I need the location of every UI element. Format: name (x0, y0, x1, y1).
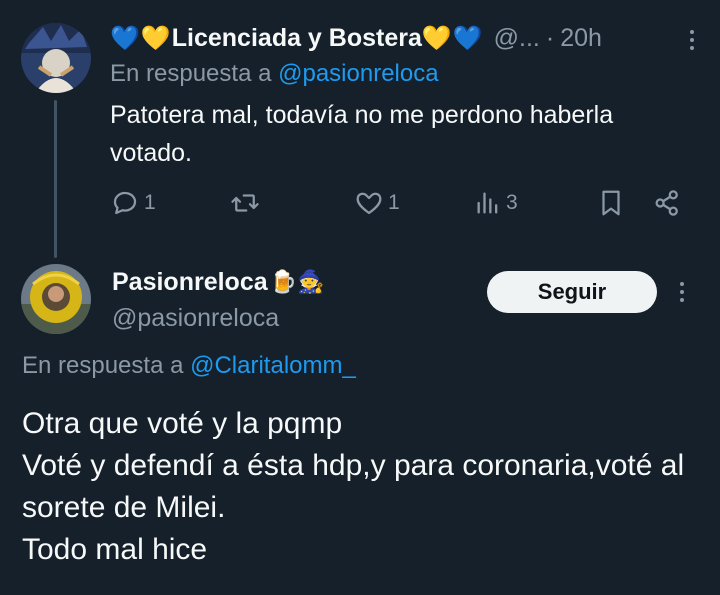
bookmark-icon (602, 190, 620, 216)
main-tweet-header: Pasionreloca 🍺🧙 @pasionreloca (112, 264, 324, 333)
tweet-text: Otra que voté y la pqmp Voté y defendí a… (22, 407, 685, 566)
main-author-row: Pasionreloca 🍺🧙 (112, 264, 324, 300)
replying-to-label: En respuesta a (22, 352, 191, 379)
author-display-name[interactable]: Licenciada y Bostera (172, 24, 422, 53)
avatar[interactable] (21, 23, 91, 93)
more-icon[interactable] (674, 276, 690, 308)
reply-author-row: 💙💛 Licenciada y Bostera 💛💙 @... · 20h (110, 18, 710, 58)
replying-to-mention[interactable]: @pasionreloca (278, 60, 438, 87)
views-button[interactable]: 3 (474, 188, 518, 218)
share-button[interactable] (652, 188, 682, 218)
like-button[interactable]: 1 (354, 188, 400, 218)
name-emoji: 🍺🧙 (269, 269, 325, 294)
share-icon (655, 190, 678, 216)
replying-to-line: En respuesta a @pasionreloca (110, 60, 710, 88)
tweet-text: Patotera mal, todavía no me perdono habe… (110, 101, 614, 167)
reply-icon (113, 191, 137, 215)
author-handle[interactable]: @... (494, 24, 540, 53)
author-handle[interactable]: @pasionreloca (112, 304, 324, 333)
tweet-timestamp[interactable]: 20h (560, 24, 602, 53)
replying-to-mention[interactable]: @Claritalomm_ (190, 352, 356, 379)
name-emoji: 💛💙 (421, 24, 484, 52)
more-icon[interactable] (684, 24, 700, 56)
separator-dot: · (545, 23, 555, 52)
repost-button[interactable] (230, 188, 264, 218)
replying-to-line: En respuesta a @Claritalomm_ (22, 352, 356, 380)
replying-to-label: En respuesta a (110, 60, 279, 87)
avatar[interactable] (21, 264, 91, 334)
reply-count: 1 (144, 191, 156, 214)
author-display-name[interactable]: Pasionreloca (112, 268, 268, 297)
action-bar: 1 1 3 (110, 188, 690, 228)
avatar-image (21, 264, 91, 334)
avatar-image (21, 23, 91, 93)
bookmark-button[interactable] (596, 188, 626, 218)
follow-button[interactable]: Seguir (487, 271, 657, 313)
thread-connector-line (54, 100, 57, 258)
views-count: 3 (506, 191, 518, 214)
reply-tweet: 💙💛 Licenciada y Bostera 💛💙 @... · 20h En… (110, 18, 710, 172)
views-icon (477, 192, 498, 214)
repost-icon (231, 194, 259, 212)
like-icon (356, 192, 382, 215)
name-emoji: 💙💛 (110, 24, 172, 52)
like-count: 1 (388, 191, 400, 214)
reply-button[interactable]: 1 (110, 188, 156, 218)
